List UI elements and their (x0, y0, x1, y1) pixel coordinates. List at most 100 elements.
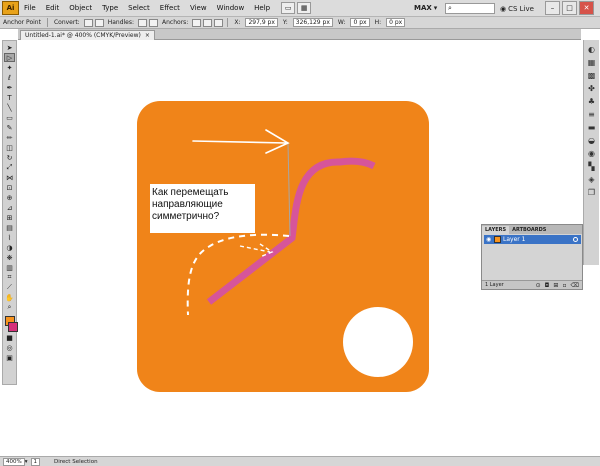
color-mode-icon[interactable]: ■ (4, 333, 15, 342)
layers-footer-icons: ⊙ ◘ ⊞ ▫ ⌫ (536, 282, 579, 289)
gradient-panel-icon[interactable]: ▬ (586, 122, 597, 132)
line-icon[interactable]: ╲ (4, 103, 15, 112)
locate-object-icon[interactable]: ⊙ (536, 282, 541, 289)
layer-count: 1 Layer (485, 282, 504, 288)
artboard-icon[interactable]: ⌗ (4, 273, 15, 282)
menu-file[interactable]: File (19, 0, 41, 17)
white-circle (343, 307, 413, 377)
perspective-icon[interactable]: ⊿ (4, 203, 15, 212)
draw-mode-icon[interactable]: ◎ (4, 343, 15, 352)
eyedropper-icon[interactable]: ⌇ (4, 233, 15, 242)
y-label: Y: (282, 19, 288, 26)
type-icon[interactable]: T (4, 93, 15, 102)
screen-mode-icon[interactable]: ▣ (4, 353, 15, 362)
status-bar: 400% ▾ 1 Direct Selection (0, 456, 600, 466)
y-field[interactable]: 326,129 px (292, 18, 333, 27)
magic-wand-icon[interactable]: ✦ (4, 63, 15, 72)
eye-icon[interactable]: ◉ (486, 236, 492, 243)
graphic-styles-icon[interactable]: ▚ (586, 161, 597, 171)
zoom-icon[interactable]: ⌕ (4, 303, 15, 312)
stroke-swatch[interactable] (7, 322, 18, 332)
hand-icon[interactable]: ✋ (4, 293, 15, 302)
free-transform-icon[interactable]: ⊡ (4, 183, 15, 192)
panel-dock: ◐ ▦ ▩ ✤ ♣ ≡ ▬ ◒ ◉ ▚ ◈ ❐ (583, 40, 599, 265)
rotate-icon[interactable]: ↻ (4, 153, 15, 162)
hide-handles-icon[interactable] (149, 18, 159, 27)
brushes-icon[interactable]: ✤ (586, 83, 597, 93)
direct-selection-icon[interactable]: ▷ (4, 53, 15, 62)
menu-help[interactable]: Help (249, 0, 275, 17)
mesh-icon[interactable]: ⊞ (4, 213, 15, 222)
selection-icon[interactable]: ➤ (4, 43, 15, 52)
connect-anchor-icon[interactable] (203, 18, 213, 27)
close-icon[interactable]: ✕ (579, 1, 594, 15)
minimize-icon[interactable]: – (545, 1, 560, 15)
new-sublayer-icon[interactable]: ⊞ (553, 282, 558, 289)
arrange-documents-icon[interactable]: ▦ (297, 2, 312, 14)
artboards-panel-icon[interactable]: ❐ (586, 187, 597, 197)
bridge-icon[interactable]: ▭ (281, 2, 296, 14)
trash-icon[interactable]: ⌫ (571, 282, 579, 289)
eraser-icon[interactable]: ◫ (4, 143, 15, 152)
symbol-sprayer-icon[interactable]: ❋ (4, 253, 15, 262)
appearance-icon[interactable]: ◉ (586, 148, 597, 158)
document-tab-title: Untitled-1.ai* @ 400% (CMYK/Preview) (25, 32, 141, 39)
menu-select[interactable]: Select (123, 0, 155, 17)
layers-panel-tabs: LAYERS ARTBOARDS (482, 225, 582, 234)
swatches-icon[interactable]: ▩ (586, 70, 597, 80)
layers-panel-icon[interactable]: ◈ (586, 174, 597, 184)
document-tab-bar: Untitled-1.ai* @ 400% (CMYK/Preview) × (18, 29, 581, 40)
stroke-panel-icon[interactable]: ≡ (586, 109, 597, 119)
document-tab[interactable]: Untitled-1.ai* @ 400% (CMYK/Preview) × (20, 30, 155, 40)
width-icon[interactable]: ⋈ (4, 173, 15, 182)
rectangle-icon[interactable]: ▭ (4, 113, 15, 122)
gradient-icon[interactable]: ▤ (4, 223, 15, 232)
pencil-icon[interactable]: ✏ (4, 133, 15, 142)
transparency-icon[interactable]: ◒ (586, 135, 597, 145)
w-field[interactable]: 0 px (350, 18, 370, 27)
menu-object[interactable]: Object (64, 0, 97, 17)
layer-name[interactable]: Layer 1 (503, 236, 525, 243)
menu-window[interactable]: Window (212, 0, 250, 17)
convert-corner-icon[interactable] (83, 18, 93, 27)
scale-icon[interactable]: ⤢ (4, 163, 15, 172)
pen-icon[interactable]: ✒ (4, 83, 15, 92)
tab-layers[interactable]: LAYERS (482, 226, 510, 234)
show-handles-icon[interactable] (138, 18, 148, 27)
tab-close-icon[interactable]: × (145, 31, 150, 40)
maximize-icon[interactable]: □ (562, 1, 577, 15)
cut-path-icon[interactable] (214, 18, 224, 27)
zoom-field[interactable]: 400% (3, 457, 25, 466)
shape-builder-icon[interactable]: ⊕ (4, 193, 15, 202)
tab-artboards[interactable]: ARTBOARDS (509, 226, 549, 234)
layer-row[interactable]: ◉ Layer 1 (484, 235, 581, 244)
graph-icon[interactable]: ▥ (4, 263, 15, 272)
color-guide-icon[interactable]: ▦ (586, 57, 597, 67)
search-input[interactable]: ⌕ (445, 3, 495, 14)
app-logo-text: Ai (6, 4, 15, 12)
layer-target-icon[interactable] (573, 237, 578, 242)
menu-view[interactable]: View (185, 0, 212, 17)
blend-icon[interactable]: ◑ (4, 243, 15, 252)
slice-icon[interactable]: ⟋ (4, 283, 15, 292)
convert-smooth-icon[interactable] (94, 18, 104, 27)
workspace-switcher[interactable]: MAX ▾ (414, 2, 437, 14)
clipping-mask-icon[interactable]: ◘ (545, 282, 550, 289)
paintbrush-icon[interactable]: ✎ (4, 123, 15, 132)
h-field[interactable]: 0 px (386, 18, 406, 27)
search-icon: ⌕ (448, 4, 452, 12)
remove-anchor-icon[interactable] (192, 18, 202, 27)
new-layer-icon[interactable]: ▫ (562, 282, 566, 289)
chevron-down-icon[interactable]: ▾ (25, 459, 28, 465)
cs-live-button[interactable]: ◉ CS Live (500, 2, 534, 15)
menu-type[interactable]: Type (97, 0, 123, 17)
menu-effect[interactable]: Effect (155, 0, 185, 17)
layer-thumbnail (494, 236, 501, 243)
x-field[interactable]: 297,9 px (245, 18, 278, 27)
color-panel-icon[interactable]: ◐ (586, 44, 597, 54)
artboard-number-field[interactable]: 1 (30, 457, 40, 466)
menu-edit[interactable]: Edit (41, 0, 65, 17)
symbols-icon[interactable]: ♣ (586, 96, 597, 106)
divider (46, 18, 48, 27)
lasso-icon[interactable]: ℓ (4, 73, 15, 82)
